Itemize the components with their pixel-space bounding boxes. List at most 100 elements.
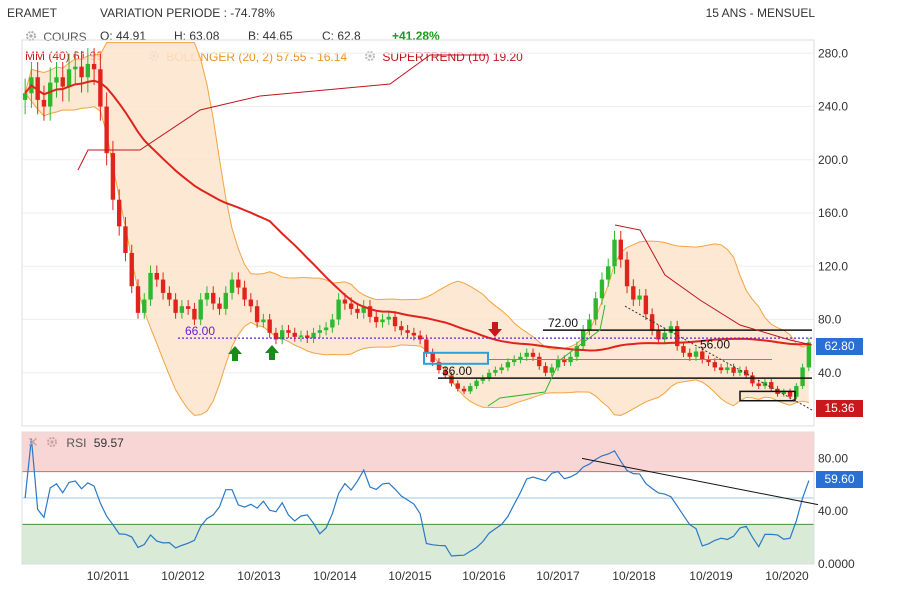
candle-body [411,332,417,336]
candle-body [98,69,103,107]
candle-body [167,292,172,300]
time-axis-tick: 10/2012 [161,569,205,583]
candle-body [79,66,84,78]
candle-body [298,335,304,337]
candle-body [60,77,65,87]
candle-body [405,330,410,333]
candle-body [204,292,210,300]
rsi-axis-tick: 80.00 [818,451,848,465]
candle-body [173,299,178,313]
candle-body [643,295,649,315]
candle-body [417,335,423,340]
level-label-72: 72.00 [548,316,578,330]
candle-body [236,279,241,288]
candle-body [192,308,197,320]
candle-body [292,332,297,337]
candle-body [624,259,630,287]
candle-body [91,63,97,70]
candle-body [537,356,542,367]
candle-body [524,352,529,357]
candle-body [593,298,598,320]
level-label-36: 36.00 [442,364,472,378]
price-axis-tick: 40.0 [818,366,842,380]
candle-body [142,299,147,313]
candle-body [160,279,166,293]
candle-body [223,292,228,309]
candle-body [587,319,592,331]
candle-body [135,286,141,313]
candle-body [430,352,435,363]
candle-body [355,308,360,313]
candle-body [342,299,348,304]
candle-body [129,252,134,287]
price-axis-tick: 240.0 [818,100,848,114]
rsi-label: RSI [66,436,87,450]
price-axis-tick: 280.0 [818,46,848,60]
price-chart[interactable]: 66.00 72.00 36.00 56.00 40.0 80.0 120.0 160.0 2… [0,0,909,591]
time-axis-tick: 10/2015 [388,569,432,583]
rsi-oversold-zone [22,524,814,564]
candle-body [336,299,341,320]
candle-body [116,199,122,227]
candle-body [468,386,473,392]
candle-body [486,372,492,379]
candle-body [787,391,793,397]
candle-body [66,69,72,87]
candle-body [179,306,185,313]
level-label-56: 56.00 [700,337,730,351]
rsi-value: 59.57 [93,436,124,450]
candle-body [211,292,216,304]
candle-body [217,303,222,309]
candle-body [455,383,460,389]
rsi-overbought-zone [22,432,814,472]
candle-body [806,342,812,368]
candle-body [311,332,316,339]
candle-body [505,362,511,368]
candle-body [154,272,159,280]
gear-icon[interactable] [46,436,58,448]
time-axis-tick: 10/2019 [689,569,733,583]
price-axis-tick: 80.0 [818,313,842,327]
candle-body [606,266,611,280]
price-axis-tick: 160.0 [818,206,848,220]
candle-body [267,319,272,333]
candle-body [348,303,354,309]
candle-body [612,239,617,267]
candle-body [85,63,91,78]
candle-body [386,316,391,320]
candle-body [687,352,692,357]
candle-body [530,352,536,357]
candle-body [41,99,47,107]
buy-arrow-icon [265,345,279,360]
time-axis-tick: 10/2018 [612,569,656,583]
candle-body [229,279,235,293]
candle-body [54,77,59,83]
candle-body [254,306,260,323]
candle-body [681,346,686,353]
time-axis-tick: 10/2011 [87,569,130,583]
candle-body [248,299,254,307]
time-axis-tick: 10/2020 [765,569,809,583]
candle-body [380,319,385,323]
candle-body [374,316,379,323]
time-axis-tick: 10/2014 [313,569,357,583]
rsi-axis-tick: 0.0000 [818,557,855,571]
supertrend-badge: 15.36 [816,400,863,417]
candle-body [399,326,404,331]
time-axis-tick: 10/2016 [462,569,506,583]
candle-body [718,367,724,371]
close-icon[interactable]: ✕ [27,434,39,450]
candle-body [22,93,28,100]
level-label-66: 66.00 [185,324,215,338]
price-axis-tick: 200.0 [818,153,848,167]
last-price-badge: 62.80 [816,338,863,355]
candle-body [731,367,736,373]
candle-body [185,306,191,309]
price-axis-tick: 120.0 [818,259,848,273]
candle-body [48,82,53,107]
candle-body [317,330,323,333]
rsi-header: ✕ RSI 59.57 [27,434,124,451]
rsi-axis-tick: 40.00 [818,504,848,518]
candle-body [104,106,109,154]
candle-body [756,383,761,387]
